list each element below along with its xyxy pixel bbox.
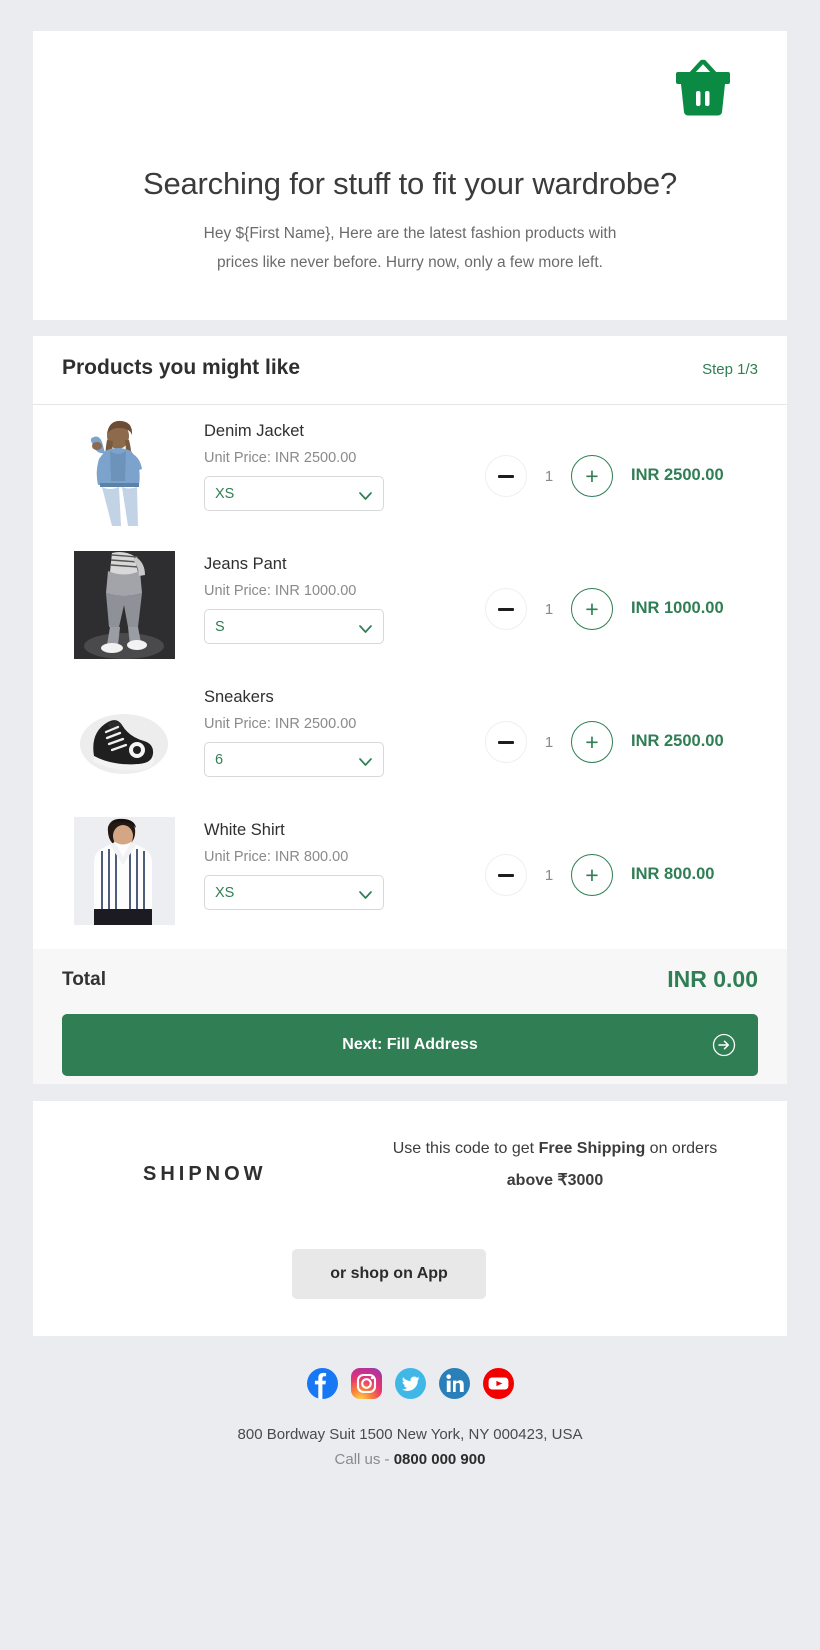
quantity-value: 1 <box>544 600 554 618</box>
increase-quantity-button[interactable]: + <box>571 455 613 497</box>
plus-icon: + <box>585 462 599 489</box>
quantity-value: 1 <box>544 733 554 751</box>
product-unit-price: Unit Price: INR 800.00 <box>204 849 349 865</box>
product-unit-price: Unit Price: INR 1000.00 <box>204 583 357 599</box>
footer-address: 800 Bordway Suit 1500 New York, NY 00042… <box>237 1426 583 1443</box>
next-fill-address-button[interactable]: Next: Fill Address <box>62 1014 758 1076</box>
shop-on-app-button[interactable]: or shop on App <box>292 1249 486 1299</box>
minus-icon <box>498 607 514 611</box>
product-list: Denim Jacket Unit Price: INR 2500.00 XS <box>33 405 787 937</box>
product-image-denim-jacket <box>74 417 175 526</box>
quantity-stepper: 1 + <box>485 455 613 497</box>
product-info: White Shirt Unit Price: INR 800.00 XS <box>204 818 454 910</box>
product-line-total: INR 2500.00 <box>631 732 724 750</box>
size-select-white-shirt[interactable]: XS <box>204 875 384 910</box>
shopping-basket-icon <box>671 57 735 119</box>
linkedin-icon[interactable] <box>438 1368 470 1399</box>
hero-subtitle-line-1: Hey ${First Name}, Here are the latest f… <box>203 225 617 242</box>
quantity-value: 1 <box>544 866 554 884</box>
product-image-sneakers <box>74 683 175 792</box>
next-button-label: Next: Fill Address <box>342 1036 478 1053</box>
hero-title: Searching for stuff to fit your wardrobe… <box>142 166 677 201</box>
promo-text-bold-2: above ₹3000 <box>506 1172 604 1189</box>
plus-icon: + <box>585 595 599 622</box>
minus-icon <box>498 740 514 744</box>
table-row: Jeans Pant Unit Price: INR 1000.00 S 1 +… <box>33 538 787 671</box>
product-info: Jeans Pant Unit Price: INR 1000.00 S <box>204 552 454 644</box>
table-row: White Shirt Unit Price: INR 800.00 XS 1 … <box>33 804 787 937</box>
hero-subtitle-line-2: prices like never before. Hurry now, onl… <box>217 254 603 271</box>
email-preview-page: Searching for stuff to fit your wardrobe… <box>0 0 820 1650</box>
product-image-white-shirt <box>74 816 175 925</box>
total-value: INR 0.00 <box>667 966 758 992</box>
product-line-total: INR 1000.00 <box>631 599 724 617</box>
product-name: Sneakers <box>204 688 274 706</box>
increase-quantity-button[interactable]: + <box>571 854 613 896</box>
products-header: Products you might like Step 1/3 <box>33 336 787 405</box>
order-total-section: Total INR 0.00 Next: Fill Address <box>33 949 787 1084</box>
arrow-right-circle-icon <box>712 1033 736 1062</box>
step-indicator: Step 1/3 <box>702 361 758 378</box>
increase-quantity-button[interactable]: + <box>571 588 613 630</box>
decrease-quantity-button[interactable] <box>485 588 527 630</box>
product-name: White Shirt <box>204 821 285 839</box>
size-select-denim-jacket[interactable]: XS <box>204 476 384 511</box>
page-title: Products you might like <box>62 356 301 379</box>
table-row: Denim Jacket Unit Price: INR 2500.00 XS <box>33 405 787 538</box>
increase-quantity-button[interactable]: + <box>571 721 613 763</box>
promo-card: SHIPNOW Use this code to get Free Shippi… <box>33 1101 787 1336</box>
product-line-total: INR 800.00 <box>631 865 715 883</box>
twitter-icon[interactable] <box>394 1368 426 1399</box>
promo-description: Use this code to get Free Shipping on or… <box>381 1133 729 1197</box>
product-line-total: INR 2500.00 <box>631 466 724 484</box>
product-unit-price: Unit Price: INR 2500.00 <box>204 716 357 732</box>
promo-code: SHIPNOW <box>143 1163 267 1185</box>
social-links <box>0 1368 820 1399</box>
quantity-stepper: 1 + <box>485 854 613 896</box>
product-name: Jeans Pant <box>204 555 287 573</box>
size-select-sneakers[interactable]: 6 <box>204 742 384 777</box>
quantity-value: 1 <box>544 467 554 485</box>
facebook-icon[interactable] <box>306 1368 338 1399</box>
plus-icon: + <box>585 861 599 888</box>
minus-icon <box>498 873 514 877</box>
promo-text-part-1: Use this code to get <box>392 1140 539 1157</box>
product-image-jeans-pant <box>74 550 175 659</box>
decrease-quantity-button[interactable] <box>485 455 527 497</box>
footer-contact: Call us - 0800 000 900 <box>0 1447 820 1472</box>
plus-icon: + <box>585 728 599 755</box>
product-name: Denim Jacket <box>204 422 304 440</box>
instagram-icon[interactable] <box>350 1368 382 1399</box>
quantity-stepper: 1 + <box>485 721 613 763</box>
table-row: Sneakers Unit Price: INR 2500.00 6 1 + I… <box>33 671 787 804</box>
promo-text-bold-1: Free Shipping <box>538 1140 646 1157</box>
minus-icon <box>498 474 514 478</box>
product-info: Denim Jacket Unit Price: INR 2500.00 XS <box>204 419 454 511</box>
product-unit-price: Unit Price: INR 2500.00 <box>204 450 357 466</box>
size-select-jeans-pant[interactable]: S <box>204 609 384 644</box>
product-info: Sneakers Unit Price: INR 2500.00 6 <box>204 685 454 777</box>
decrease-quantity-button[interactable] <box>485 854 527 896</box>
total-label: Total <box>62 969 106 990</box>
hero-subtitle: Hey ${First Name}, Here are the latest f… <box>143 219 677 277</box>
quantity-stepper: 1 + <box>485 588 613 630</box>
decrease-quantity-button[interactable] <box>485 721 527 763</box>
footer-call-prefix: Call us - <box>334 1451 394 1468</box>
footer-call-number: 0800 000 900 <box>393 1451 486 1468</box>
promo-text-part-2: on orders <box>645 1140 718 1157</box>
hero-card: Searching for stuff to fit your wardrobe… <box>33 31 787 320</box>
youtube-icon[interactable] <box>482 1368 514 1399</box>
